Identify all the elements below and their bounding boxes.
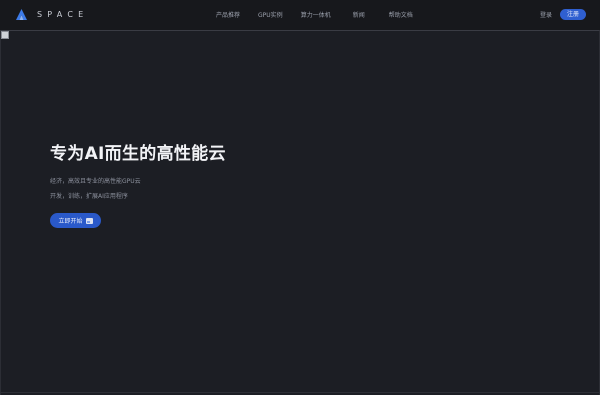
nav-item-gpu-instances[interactable]: GPU实例 — [258, 10, 283, 19]
broken-image-icon — [85, 217, 93, 224]
broken-image-icon — [1, 31, 9, 39]
brand-logo[interactable]: SPACE — [16, 9, 88, 20]
register-button[interactable]: 注册 — [559, 9, 586, 20]
auth-area: 登录 注册 — [540, 9, 586, 20]
hero-subtitle-line2: 开发，训练，扩展AI应用程序 — [50, 193, 128, 200]
divider — [1, 392, 600, 393]
main-nav: 产品推荐 GPU实例 算力一体机 新闻 帮助文档 — [200, 10, 413, 19]
login-link[interactable]: 登录 — [540, 10, 552, 19]
nav-item-compute-appliance[interactable]: 算力一体机 — [301, 10, 331, 19]
hero-title: 专为AI而生的高性能云 — [50, 144, 226, 164]
nav-item-products[interactable]: 产品推荐 — [216, 10, 240, 19]
brand-name: SPACE — [37, 10, 89, 19]
get-started-button[interactable]: 立即开始 — [50, 213, 101, 228]
nav-item-news[interactable]: 新闻 — [353, 10, 365, 19]
nav-item-help-docs[interactable]: 帮助文档 — [389, 10, 413, 19]
page: SPACE 产品推荐 GPU实例 算力一体机 新闻 帮助文档 登录 注册 专为A… — [0, 0, 600, 395]
get-started-label: 立即开始 — [58, 218, 83, 225]
top-navbar: SPACE 产品推荐 GPU实例 算力一体机 新闻 帮助文档 登录 注册 — [0, 0, 600, 30]
arrow-logo-icon — [16, 9, 27, 20]
hero-subtitle-line1: 经济，高效且专业的高性能GPU云 — [50, 178, 141, 185]
